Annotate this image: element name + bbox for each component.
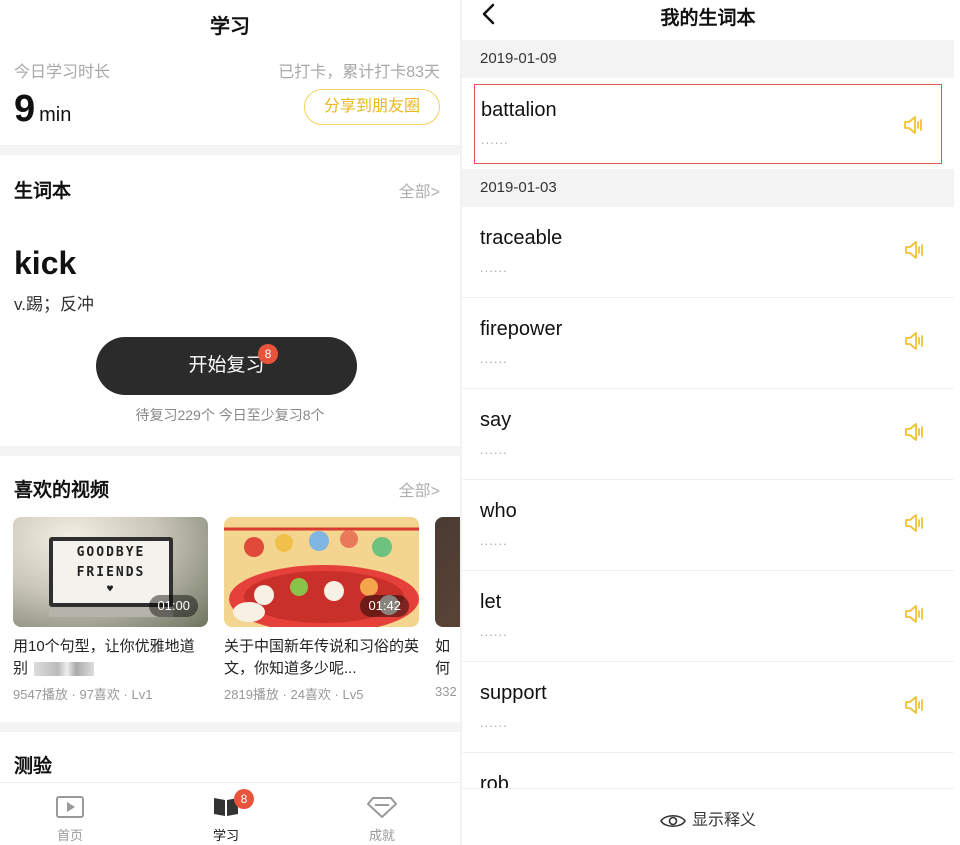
video-thumbnail[interactable]: GOODBYE FRIENDS ♥ 01:00 (13, 517, 208, 627)
video-stats: 332 (435, 684, 457, 699)
word-list-item[interactable]: support ...... (462, 662, 954, 753)
video-duration: 01:00 (149, 595, 198, 617)
word-list-item[interactable]: let ...... (462, 571, 954, 662)
blurred-region (34, 662, 95, 677)
bottom-tab-bar: 首页 8 学习 成就 (0, 782, 460, 845)
vocab-list-screen: 我的生词本 2019-01-09 battalion ...... 2019-0… (462, 0, 954, 845)
video-play-icon (30, 793, 110, 821)
video-title: 关于中国新年传说和习俗的英文，你知道多少呢... (224, 638, 419, 677)
speaker-icon[interactable] (904, 605, 926, 623)
word-list-item[interactable]: who ...... (462, 480, 954, 571)
video-card[interactable]: 如何时间 332 (435, 517, 460, 699)
speaker-icon[interactable] (904, 514, 926, 532)
video-thumbnail[interactable] (435, 517, 460, 627)
quiz-section-title: 测验 (14, 756, 53, 777)
page-title: 我的生词本 (660, 8, 756, 29)
minutes-value: 9 (14, 88, 36, 130)
show-definitions-button[interactable]: 显示释义 (462, 806, 954, 830)
video-stats: 9547播放 · 97喜欢 · Lv1 (13, 687, 153, 702)
tab-home[interactable]: 首页 (30, 793, 110, 844)
eye-icon (660, 814, 686, 827)
review-note: 待复习229个 今日至少复习8个 (135, 407, 325, 423)
word-text: say (480, 409, 512, 431)
start-review-label: 开始复习 (188, 355, 265, 376)
heart-icon: ♥ (106, 584, 116, 595)
definition-hidden: ...... (480, 442, 508, 457)
study-screen: 学习 今日学习时长 已打卡，累计打卡83天 9 min 分享到朋友圈 生词本 全部… (0, 0, 460, 845)
definition-hidden: ...... (480, 715, 508, 730)
date-group-header: 2019-01-03 (462, 169, 954, 207)
study-tab-badge: 8 (234, 789, 254, 809)
speaker-icon[interactable] (904, 696, 926, 714)
tab-achievements-label: 成就 (368, 828, 395, 843)
definition-hidden: ...... (480, 624, 508, 639)
share-moments-button[interactable]: 分享到朋友圈 (304, 89, 440, 125)
word-list-item[interactable]: battalion ...... (474, 84, 942, 164)
checkin-status: 已打卡，累计打卡83天 (278, 64, 440, 81)
section-divider (0, 145, 460, 155)
tab-study-label: 学习 (212, 828, 239, 843)
study-time-label: 今日学习时长 (14, 64, 111, 81)
video-card[interactable]: 01:42 关于中国新年传说和习俗的英文，你知道多少呢... 2819播放 · … (224, 517, 419, 703)
speaker-icon[interactable] (904, 241, 926, 259)
lightbox-text: GOODBYE FRIENDS ♥ (53, 543, 169, 597)
definition-hidden: ...... (480, 351, 508, 366)
word-list-item[interactable]: traceable ...... (462, 207, 954, 298)
video-stats: 2819播放 · 24喜欢 · Lv5 (224, 687, 364, 702)
word-text: support (480, 682, 547, 704)
definition-hidden: ...... (481, 132, 509, 147)
tab-achievements[interactable]: 成就 (342, 793, 422, 844)
page-title: 学习 (210, 16, 250, 38)
video-card[interactable]: GOODBYE FRIENDS ♥ 01:00 用10个句型，让你优雅地道别 9… (13, 517, 208, 703)
speaker-icon[interactable] (904, 332, 926, 350)
word-text: let (480, 591, 502, 613)
show-definitions-label: 显示释义 (691, 812, 756, 829)
speaker-icon[interactable] (904, 423, 926, 441)
section-divider (0, 722, 460, 732)
word-text: battalion (481, 99, 557, 121)
review-count-badge: 8 (258, 344, 278, 364)
vocab-see-all-link[interactable]: 全部> (399, 178, 440, 202)
study-minutes: 9 min (14, 88, 71, 131)
word-text: firepower (480, 318, 563, 340)
start-review-button[interactable]: 开始复习 8 (96, 337, 357, 395)
vocab-section-title: 生词本 (14, 181, 72, 202)
video-thumbnail[interactable]: 01:42 (224, 517, 419, 627)
video-title: 用10个句型，让你优雅地道别 (13, 636, 208, 680)
lightbox-line-2: FRIENDS (76, 565, 146, 580)
definition-hidden: ...... (480, 260, 508, 275)
bottom-action-bar: 显示释义 (462, 788, 954, 845)
section-divider (0, 446, 460, 456)
diamond-icon (342, 793, 422, 821)
word-list-item[interactable]: firepower ...... (462, 298, 954, 389)
video-duration: 01:42 (360, 595, 409, 617)
word-text: traceable (480, 227, 563, 249)
speaker-icon[interactable] (903, 116, 925, 134)
word-list-item[interactable]: say ...... (462, 389, 954, 480)
tab-study[interactable]: 8 学习 (186, 789, 266, 844)
book-icon (186, 793, 266, 821)
videos-see-all-link[interactable]: 全部> (399, 477, 440, 501)
tab-home-label: 首页 (56, 828, 83, 843)
word-text: who (480, 500, 517, 522)
vocab-word: kick (14, 245, 77, 281)
minutes-unit: min (39, 104, 72, 126)
definition-hidden: ...... (480, 533, 508, 548)
videos-section-title: 喜欢的视频 (14, 480, 110, 501)
date-group-header: 2019-01-09 (462, 40, 954, 78)
lightbox-line-1: GOODBYE (76, 545, 146, 560)
video-title: 如何时间 (435, 638, 451, 677)
vocab-definition: v.踢；反冲 (14, 295, 94, 314)
